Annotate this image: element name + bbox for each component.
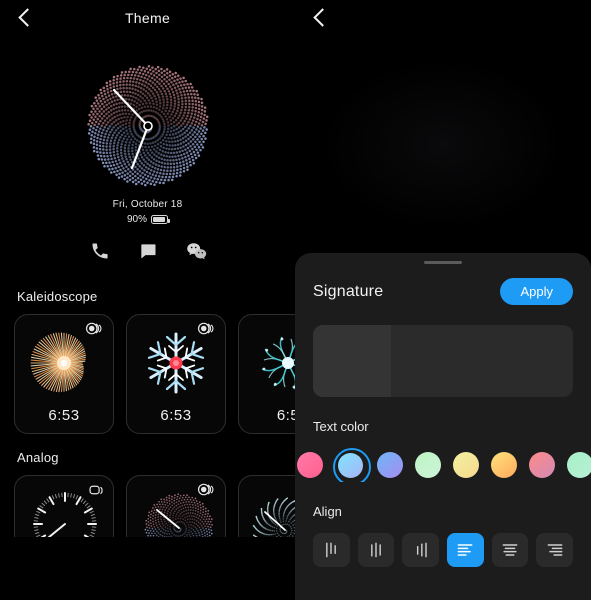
watch-face-card[interactable]: 6:53 (14, 314, 114, 434)
page-title: Theme (124, 10, 171, 26)
section-title-kaleidoscope: Kaleidoscope (17, 289, 98, 304)
theme-screen: Theme Fri, October 18 90% Kaleidoscope 6… (0, 0, 295, 600)
swatch-green-mint[interactable] (565, 450, 591, 480)
signature-preview-segment (313, 325, 391, 397)
align-vertical-center[interactable] (357, 533, 395, 567)
sheet-title: Signature (313, 282, 384, 300)
rounded-squares-icon (85, 483, 105, 502)
swatch-yellow-green-fill (453, 452, 479, 478)
text-color-label: Text color (313, 419, 369, 434)
kaleido-teal-icon (261, 336, 295, 390)
battery-icon (151, 215, 170, 224)
card-time: 6:53 (160, 407, 192, 424)
animated-circles-icon (197, 322, 217, 340)
kaleidoscope-card-row[interactable]: 6:53 6:53 6: (0, 314, 295, 434)
swatch-cyan-blue-fill (337, 452, 363, 478)
swatch-pink-fill (297, 452, 323, 478)
animated-circles-icon (85, 322, 105, 340)
swatch-mint-fill (415, 452, 441, 478)
card-time: 6:53 (48, 407, 80, 424)
swatch-green-mint-fill (567, 452, 591, 478)
swatch-mint[interactable] (413, 450, 443, 480)
swatch-yellow-green[interactable] (451, 450, 481, 480)
align-button-row[interactable] (313, 533, 574, 567)
watch-dial (68, 58, 228, 193)
phone-icon[interactable] (90, 241, 110, 261)
watch-face-preview[interactable]: Fri, October 18 90% (0, 58, 295, 273)
signature-header (295, 0, 591, 36)
watch-face-card[interactable]: 6:53 (126, 314, 226, 434)
section-title-analog: Analog (17, 450, 59, 465)
message-icon[interactable] (138, 241, 158, 261)
analog-card-row[interactable] (0, 475, 295, 537)
dial-battery: 90% (113, 214, 183, 225)
dual-screenshot: Theme Fri, October 18 90% Kaleidoscope 6… (0, 0, 591, 600)
watch-face-card[interactable] (126, 475, 226, 537)
signature-bottom-sheet: Signature Apply Text color Align (295, 253, 591, 600)
animated-circles-icon (197, 483, 217, 501)
swatch-blue-purple-fill (377, 452, 403, 478)
align-right[interactable] (536, 533, 574, 567)
shortcut-row (90, 241, 206, 261)
swatch-pink-red[interactable] (527, 450, 557, 480)
signature-editor-screen: Signature Apply Text color Align (295, 0, 591, 600)
watch-face-card[interactable] (14, 475, 114, 537)
dial-date: Fri, October 18 (112, 199, 183, 210)
swatch-pink[interactable] (295, 450, 325, 480)
spiral-dots-teal-icon (252, 497, 295, 537)
watch-face-card[interactable] (238, 475, 295, 537)
sheet-header: Signature Apply (313, 278, 573, 305)
align-vertical-right[interactable] (313, 533, 350, 567)
align-center[interactable] (491, 533, 529, 567)
battery-percent: 90% (126, 214, 147, 225)
dial-meta: Fri, October 18 90% (113, 199, 183, 225)
wechat-icon[interactable] (186, 241, 206, 261)
align-vertical-left[interactable] (402, 533, 440, 567)
card-time: 6:5 (276, 407, 295, 424)
watch-preview-dim (323, 60, 563, 230)
swatch-orange-fill (491, 452, 517, 478)
swatch-blue-purple[interactable] (375, 450, 405, 480)
watch-face-card[interactable]: 6:5 (238, 314, 295, 434)
chevron-left-icon[interactable] (305, 3, 335, 33)
spiral-dots-dial-icon (86, 65, 208, 187)
theme-header: Theme (0, 0, 295, 36)
align-label: Align (313, 504, 342, 519)
swatch-orange[interactable] (489, 450, 519, 480)
spiral-dots-teal-art (239, 482, 295, 537)
swatch-pink-red-fill (529, 452, 555, 478)
kaleido-teal-art (239, 323, 295, 403)
signature-preview[interactable] (313, 325, 573, 397)
swatch-cyan-blue[interactable] (333, 448, 371, 482)
align-left[interactable] (447, 533, 484, 567)
drag-handle[interactable] (424, 261, 462, 264)
apply-button[interactable]: Apply (500, 278, 573, 305)
text-color-swatch-row[interactable] (295, 448, 591, 482)
